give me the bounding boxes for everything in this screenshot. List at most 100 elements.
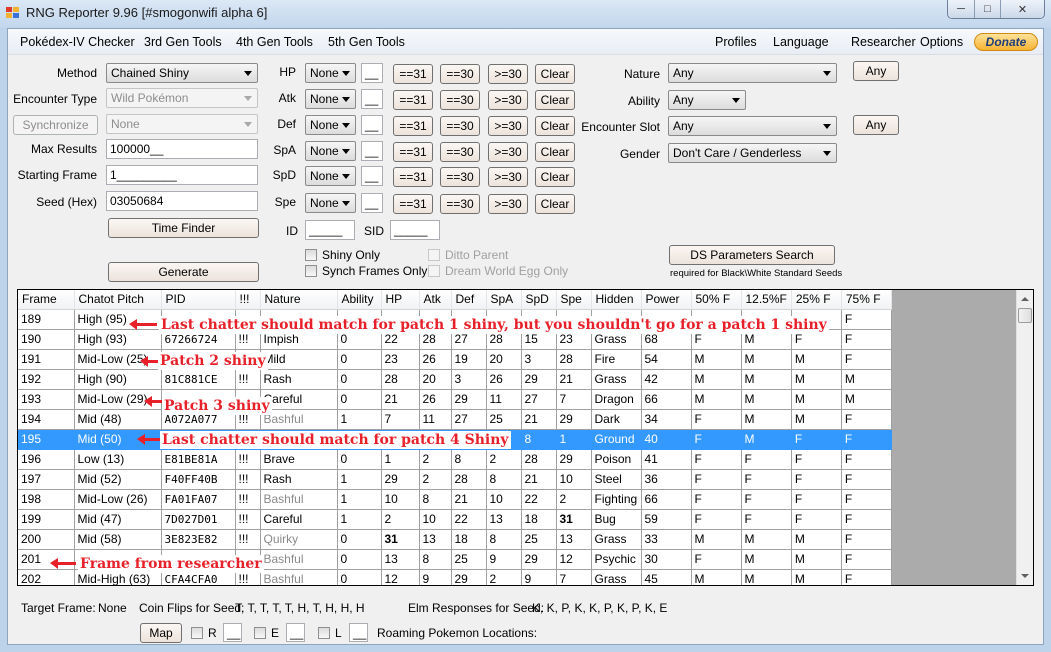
roamer-r-input[interactable]: __ bbox=[223, 623, 242, 642]
map-button[interactable]: Map bbox=[140, 623, 182, 643]
iv-spe-operator-select[interactable]: None bbox=[305, 193, 356, 213]
sid-input[interactable]: _____ bbox=[390, 220, 440, 240]
menu-profiles[interactable]: Profiles bbox=[715, 35, 757, 49]
nature-any-button[interactable]: Any bbox=[853, 61, 899, 81]
starting-frame-input[interactable]: 1_________ bbox=[106, 165, 258, 185]
iv-atk-eq31-button[interactable]: ==31 bbox=[393, 90, 433, 110]
table-row[interactable]: 194 Mid (48) A072A077!!! Bashful 1 7 11 27 25 21 2… bbox=[18, 409, 892, 430]
column-header[interactable]: Hidden bbox=[591, 290, 642, 310]
iv-hp-value-input[interactable]: __ bbox=[361, 63, 383, 83]
nature-select[interactable]: Any bbox=[668, 63, 837, 83]
seed-input[interactable]: 03050684 bbox=[106, 191, 258, 211]
generate-button[interactable]: Generate bbox=[108, 262, 259, 282]
iv-hp-eq31-button[interactable]: ==31 bbox=[393, 64, 433, 84]
donate-button[interactable]: Donate bbox=[974, 33, 1038, 51]
encounter-slot-select[interactable]: Any bbox=[668, 116, 837, 136]
column-header[interactable]: Frame bbox=[18, 290, 75, 310]
iv-hp-eq30-button[interactable]: ==30 bbox=[440, 64, 480, 84]
iv-spa-eq30-button[interactable]: ==30 bbox=[440, 142, 480, 162]
gender-select[interactable]: Don't Care / Genderless bbox=[668, 143, 837, 163]
synchronize-select[interactable]: None bbox=[106, 114, 258, 134]
synch-frames-only-checkbox[interactable]: Synch Frames Only bbox=[305, 264, 427, 278]
column-header[interactable]: Power bbox=[641, 290, 692, 310]
column-header[interactable]: Atk bbox=[419, 290, 452, 310]
ditto-parent-checkbox[interactable]: Ditto Parent bbox=[428, 248, 508, 262]
column-header[interactable]: PID bbox=[161, 290, 236, 310]
menu-4th-gen-tools[interactable]: 4th Gen Tools bbox=[236, 35, 313, 49]
table-row[interactable]: 196 Low (13) E81BE81A!!! Brave 0 1 2 8 2 28 29 Pois… bbox=[18, 449, 892, 470]
roamer-l-input[interactable]: __ bbox=[349, 623, 368, 642]
scroll-up-arrow-icon[interactable] bbox=[1021, 297, 1029, 301]
close-button[interactable]: ✕ bbox=[1000, 0, 1044, 18]
synchronize-button[interactable]: Synchronize bbox=[13, 115, 98, 135]
encounter-slot-any-button[interactable]: Any bbox=[853, 115, 899, 135]
scroll-down-arrow-icon[interactable] bbox=[1021, 574, 1029, 578]
column-header[interactable]: !!! bbox=[235, 290, 261, 310]
column-header[interactable]: HP bbox=[381, 290, 420, 310]
iv-def-eq30-button[interactable]: ==30 bbox=[440, 116, 480, 136]
menu-options[interactable]: Options bbox=[920, 35, 963, 49]
vertical-scrollbar[interactable] bbox=[1016, 290, 1033, 585]
column-header[interactable]: Spe bbox=[556, 290, 592, 310]
menu-5th-gen-tools[interactable]: 5th Gen Tools bbox=[328, 35, 405, 49]
max-results-input[interactable]: 100000__ bbox=[106, 139, 258, 159]
iv-spd-eq31-button[interactable]: ==31 bbox=[393, 167, 433, 187]
column-header[interactable]: 12.5%F bbox=[741, 290, 792, 310]
table-row[interactable]: 191 Mid-Low (25) Mild 0 23 26 19 20 3 28 Fire 54 M M M… bbox=[18, 349, 892, 370]
iv-def-ge30-button[interactable]: >=30 bbox=[488, 116, 528, 136]
iv-spa-operator-select[interactable]: None bbox=[305, 141, 356, 161]
time-finder-button[interactable]: Time Finder bbox=[108, 218, 259, 238]
iv-atk-value-input[interactable]: __ bbox=[361, 89, 383, 109]
iv-spd-clear-button[interactable]: Clear bbox=[535, 167, 575, 187]
menu-3rd-gen-tools[interactable]: 3rd Gen Tools bbox=[144, 35, 222, 49]
iv-atk-operator-select[interactable]: None bbox=[305, 89, 356, 109]
menu-language[interactable]: Language bbox=[773, 35, 829, 49]
column-header[interactable]: 50% F bbox=[691, 290, 742, 310]
menu-pokedex-iv-checker[interactable]: Pokédex-IV Checker bbox=[20, 35, 135, 49]
column-header[interactable]: 75% F bbox=[841, 290, 892, 310]
column-header[interactable]: Nature bbox=[260, 290, 338, 310]
iv-def-operator-select[interactable]: None bbox=[305, 115, 356, 135]
roamer-e-checkbox[interactable]: E bbox=[254, 626, 279, 640]
scroll-thumb[interactable] bbox=[1018, 308, 1032, 323]
column-header[interactable]: Chatot Pitch bbox=[74, 290, 162, 310]
ds-parameters-search-button[interactable]: DS Parameters Search bbox=[669, 245, 835, 265]
roamer-l-checkbox[interactable]: L bbox=[318, 626, 342, 640]
dream-world-egg-only-checkbox[interactable]: Dream World Egg Only bbox=[428, 264, 568, 278]
encounter-type-select[interactable]: Wild Pokémon bbox=[106, 88, 258, 108]
iv-spe-ge30-button[interactable]: >=30 bbox=[488, 194, 528, 214]
iv-hp-ge30-button[interactable]: >=30 bbox=[488, 64, 528, 84]
id-input[interactable]: _____ bbox=[305, 220, 355, 240]
table-row[interactable]: 192 High (90) 81C881CE!!! Rash 0 28 20 3 26 29 21 G… bbox=[18, 369, 892, 390]
menu-researcher[interactable]: Researcher bbox=[851, 35, 916, 49]
iv-def-value-input[interactable]: __ bbox=[361, 115, 383, 135]
minimize-button[interactable]: ─ bbox=[948, 0, 974, 18]
iv-hp-operator-select[interactable]: None bbox=[305, 63, 356, 83]
iv-spa-eq31-button[interactable]: ==31 bbox=[393, 142, 433, 162]
column-header[interactable]: Ability bbox=[337, 290, 382, 310]
column-header[interactable]: SpA bbox=[486, 290, 522, 310]
iv-def-eq31-button[interactable]: ==31 bbox=[393, 116, 433, 136]
roamer-e-input[interactable]: __ bbox=[286, 623, 305, 642]
table-row[interactable]: 200 Mid (58) 3E823E82!!! Quirky 0 31 13 18 8 25 13… bbox=[18, 529, 892, 550]
shiny-only-checkbox[interactable]: Shiny Only bbox=[305, 248, 380, 262]
iv-spa-ge30-button[interactable]: >=30 bbox=[488, 142, 528, 162]
table-row[interactable]: 197 Mid (52) F40FF40B!!! Rash 1 29 2 28 8 21 10 Ste… bbox=[18, 469, 892, 490]
column-header[interactable]: 25% F bbox=[791, 290, 842, 310]
iv-spe-eq31-button[interactable]: ==31 bbox=[393, 194, 433, 214]
iv-spe-value-input[interactable]: __ bbox=[361, 193, 383, 213]
iv-spd-ge30-button[interactable]: >=30 bbox=[488, 167, 528, 187]
iv-spa-value-input[interactable]: __ bbox=[361, 141, 383, 161]
iv-spd-value-input[interactable]: __ bbox=[361, 166, 383, 186]
column-header[interactable]: Def bbox=[451, 290, 487, 310]
maximize-button[interactable]: □ bbox=[974, 0, 1000, 18]
method-select[interactable]: Chained Shiny bbox=[106, 63, 258, 83]
iv-spd-eq30-button[interactable]: ==30 bbox=[440, 167, 480, 187]
table-row[interactable]: 199 Mid (47) 7D027D01!!! Careful 1 2 10 22 13 18 3… bbox=[18, 509, 892, 530]
column-header[interactable]: SpD bbox=[521, 290, 557, 310]
iv-atk-ge30-button[interactable]: >=30 bbox=[488, 90, 528, 110]
table-row[interactable]: 198 Mid-Low (26) FA01FA07!!! Bashful 1 10 8 21 1… bbox=[18, 489, 892, 510]
iv-spe-clear-button[interactable]: Clear bbox=[535, 194, 575, 214]
iv-spe-eq30-button[interactable]: ==30 bbox=[440, 194, 480, 214]
roamer-r-checkbox[interactable]: R bbox=[191, 626, 217, 640]
